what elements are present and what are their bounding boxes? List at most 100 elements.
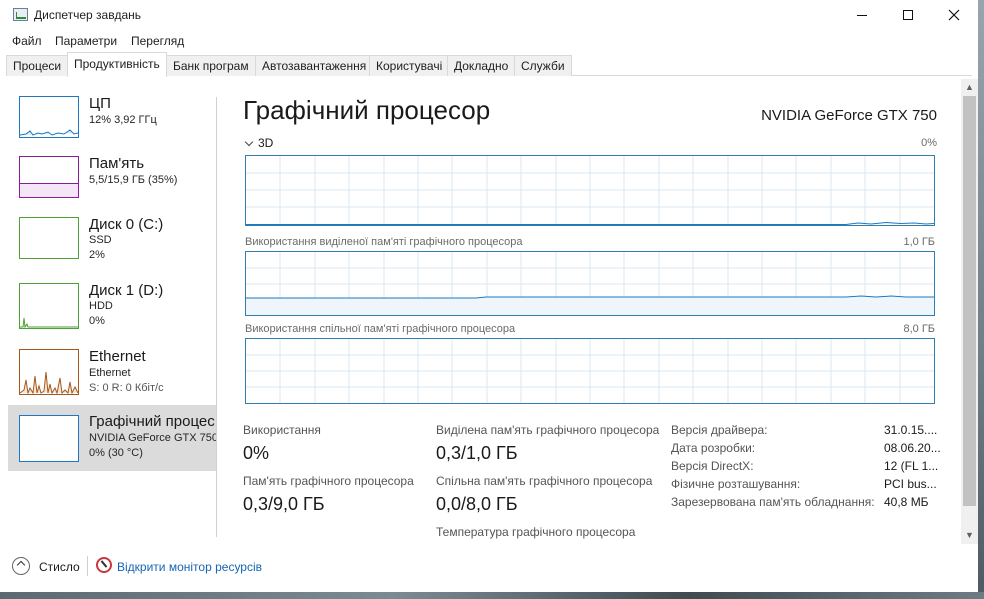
dedicated-memory-graph-label: Використання виділеної пам'яті графічног… bbox=[245, 236, 523, 248]
shared-memory-graph bbox=[245, 338, 935, 404]
desktop-background-bottom bbox=[0, 592, 984, 599]
cpu-thumbnail bbox=[19, 96, 79, 138]
physical-location-value: PCI bus... bbox=[884, 477, 937, 491]
sidebar-item-gpu[interactable]: Графічний процес NVIDIA GeForce GTX 750 … bbox=[8, 405, 216, 471]
sidebar-item-disk-1[interactable]: Диск 1 (D:) HDD 0% bbox=[8, 275, 216, 337]
sidebar-item-subtitle: HDD bbox=[89, 300, 113, 312]
shared-memory-max-label: 8,0 ГБ bbox=[903, 323, 935, 335]
cpu-mini-graph bbox=[20, 129, 78, 136]
disk1-thumbnail bbox=[19, 283, 79, 329]
resource-monitor-icon[interactable] bbox=[96, 557, 112, 573]
directx-version-value: 12 (FL 1... bbox=[884, 459, 939, 473]
sidebar-item-value: 2% bbox=[89, 249, 105, 261]
vertical-scrollbar[interactable]: ▲ ▼ bbox=[961, 79, 978, 544]
sidebar-item-cpu[interactable]: ЦП 12% 3,92 ГГц bbox=[8, 89, 216, 147]
driver-date-key: Дата розробки: bbox=[671, 441, 756, 455]
shared-memory-value: 0,0/8,0 ГБ bbox=[436, 494, 518, 514]
usage-label: Використання bbox=[243, 423, 321, 437]
chevron-down-icon bbox=[244, 137, 254, 147]
driver-version-key: Версія драйвера: bbox=[671, 423, 768, 437]
task-manager-window: Диспетчер завдань Файл Параметри Перегля… bbox=[0, 0, 978, 592]
memory-thumbnail bbox=[19, 156, 79, 198]
sidebar-item-subtitle: Ethernet bbox=[89, 367, 131, 379]
minimize-icon bbox=[857, 14, 867, 16]
sidebar-item-subtitle: SSD bbox=[89, 234, 112, 246]
maximize-icon bbox=[903, 10, 913, 20]
sidebar-item-title: Диск 1 (D:) bbox=[89, 282, 164, 299]
tab-users[interactable]: Користувачі bbox=[369, 55, 450, 76]
sidebar-item-subtitle: 5,5/15,9 ГБ (35%) bbox=[89, 174, 178, 186]
sidebar-item-value: 0% (30 °C) bbox=[89, 447, 143, 459]
directx-version-key: Версія DirectX: bbox=[671, 459, 754, 473]
engine-selector[interactable]: 3D bbox=[244, 136, 274, 150]
sidebar-item-value: S: 0 R: 0 Кбіт/с bbox=[89, 382, 164, 394]
dedicated-memory-graph bbox=[245, 251, 935, 316]
dedicated-memory-plot bbox=[246, 252, 934, 315]
sidebar-item-value: 0% bbox=[89, 315, 105, 327]
memory-fill bbox=[20, 183, 78, 197]
tab-details[interactable]: Докладно bbox=[447, 55, 516, 76]
driver-date-value: 08.06.20... bbox=[884, 441, 941, 455]
disk0-thumbnail bbox=[19, 217, 79, 259]
window-title: Диспетчер завдань bbox=[34, 8, 142, 22]
disk1-mini-graph bbox=[20, 317, 78, 328]
sidebar-item-ethernet[interactable]: Ethernet Ethernet S: 0 R: 0 Кбіт/с bbox=[8, 342, 216, 402]
shared-memory-graph-label: Використання спільної пам'яті графічного… bbox=[245, 323, 516, 335]
engine-label: 3D bbox=[258, 136, 274, 150]
tab-services[interactable]: Служби bbox=[514, 55, 572, 76]
scroll-up-arrow-icon[interactable]: ▲ bbox=[961, 79, 978, 96]
title-bar[interactable]: Диспетчер завдань bbox=[0, 0, 978, 30]
close-icon bbox=[948, 9, 960, 21]
gpu-memory-label: Пам'ять графічного процесора bbox=[243, 474, 414, 488]
engine-max-label: 0% bbox=[921, 137, 937, 149]
sidebar-divider bbox=[216, 97, 217, 537]
physical-location-key: Фізичне розташування: bbox=[671, 477, 801, 491]
gpu-thumbnail bbox=[19, 415, 79, 462]
menu-options[interactable]: Параметри bbox=[55, 34, 117, 48]
task-manager-icon bbox=[13, 8, 28, 21]
menu-bar: Файл Параметри Перегляд bbox=[0, 30, 978, 52]
shared-memory-plot bbox=[246, 339, 934, 403]
tab-performance[interactable]: Продуктивність bbox=[67, 52, 167, 77]
performance-sidebar: ЦП 12% 3,92 ГГц Пам'ять 5,5/15,9 ГБ (35%… bbox=[8, 89, 216, 544]
menu-view[interactable]: Перегляд bbox=[131, 34, 184, 48]
hardware-reserved-memory-key: Зарезервована пам'ять обладнання: bbox=[671, 495, 875, 509]
maximize-button[interactable] bbox=[885, 0, 931, 30]
minimize-button[interactable] bbox=[839, 0, 885, 30]
hardware-reserved-memory-value: 40,8 МБ bbox=[884, 495, 929, 509]
gpu-temperature-label: Температура графічного процесора bbox=[436, 525, 636, 539]
close-button[interactable] bbox=[931, 0, 977, 30]
sidebar-item-title: Графічний процес bbox=[89, 413, 215, 430]
scroll-down-arrow-icon[interactable]: ▼ bbox=[961, 527, 978, 544]
ethernet-mini-graph bbox=[20, 371, 78, 394]
open-resource-monitor-link[interactable]: Відкрити монітор ресурсів bbox=[117, 560, 262, 574]
sidebar-item-disk-0[interactable]: Диск 0 (C:) SSD 2% bbox=[8, 209, 216, 271]
desktop-background-edge bbox=[978, 0, 984, 599]
tab-app-history[interactable]: Банк програм bbox=[166, 55, 256, 76]
chevron-up-circle-icon[interactable] bbox=[12, 557, 30, 575]
sidebar-item-title: Ethernet bbox=[89, 348, 146, 365]
sidebar-item-memory[interactable]: Пам'ять 5,5/15,9 ГБ (35%) bbox=[8, 149, 216, 207]
page-title: Графічний процесор bbox=[243, 95, 491, 125]
footer-separator bbox=[87, 556, 88, 576]
menu-file[interactable]: Файл bbox=[12, 34, 42, 48]
usage-value: 0% bbox=[243, 443, 270, 463]
sidebar-item-title: Пам'ять bbox=[89, 155, 145, 172]
dedicated-memory-max-label: 1,0 ГБ bbox=[903, 236, 935, 248]
3d-engine-plot bbox=[246, 156, 934, 225]
ethernet-thumbnail bbox=[19, 349, 79, 395]
sidebar-item-subtitle: 12% 3,92 ГГц bbox=[89, 114, 157, 126]
sidebar-item-title: ЦП bbox=[89, 95, 111, 112]
tab-strip: Процеси Продуктивність Банк програм Авто… bbox=[6, 52, 972, 77]
scroll-thumb[interactable] bbox=[963, 96, 976, 506]
dedicated-memory-label: Виділена пам'ять графічного процесора bbox=[436, 423, 660, 437]
gpu-model-name: NVIDIA GeForce GTX 750 bbox=[761, 107, 937, 124]
gpu-memory-value: 0,3/9,0 ГБ bbox=[243, 494, 325, 514]
footer: Стисло Відкрити монітор ресурсів bbox=[0, 548, 978, 588]
fewer-details-button[interactable]: Стисло bbox=[39, 560, 80, 574]
3d-engine-graph bbox=[245, 155, 935, 226]
shared-memory-label: Спільна пам'ять графічного процесора bbox=[436, 474, 653, 488]
tab-processes[interactable]: Процеси bbox=[6, 55, 69, 76]
sidebar-item-subtitle: NVIDIA GeForce GTX 750 bbox=[89, 432, 216, 444]
tab-startup[interactable]: Автозавантаження bbox=[255, 55, 374, 76]
